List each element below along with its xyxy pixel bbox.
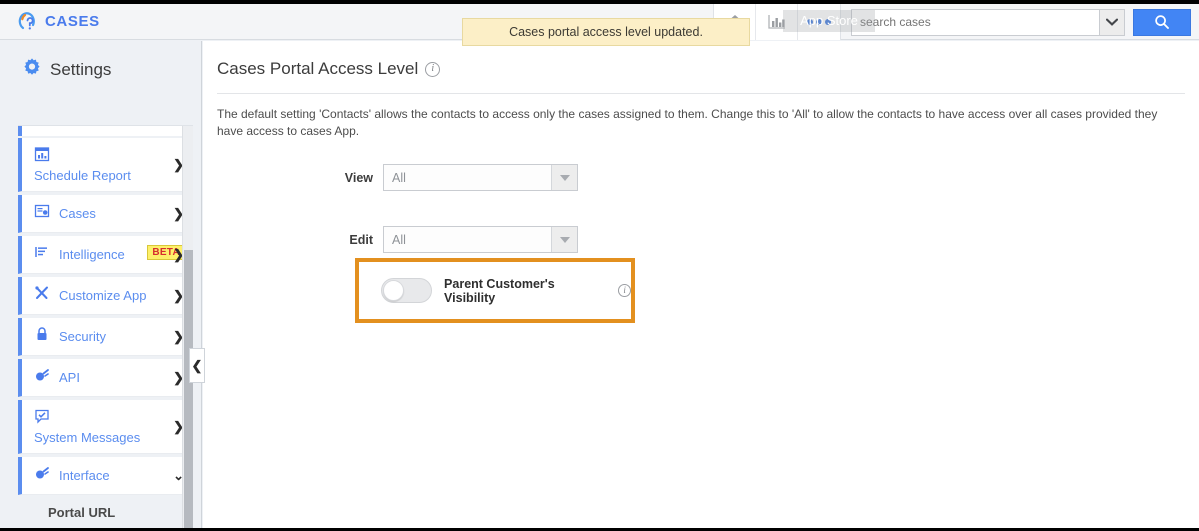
sidebar-item-label: Customize App — [59, 288, 147, 303]
application-window: CASES search cases App Store Cases porta… — [0, 0, 1199, 531]
info-icon[interactable]: i — [425, 61, 441, 77]
sidebar-item-intelligence[interactable]: Intelligence BETA ❯ — [18, 236, 193, 274]
sidebar-item-label: Schedule Report — [34, 168, 131, 183]
search-button[interactable] — [1133, 8, 1191, 36]
nav-row: Cases — [34, 203, 167, 224]
header-right-tools: App Store — [713, 4, 1191, 40]
edit-select-value: All — [392, 232, 406, 247]
message-check-icon — [34, 408, 50, 429]
search-area: App Store — [783, 8, 1191, 36]
sidebar-header: Settings — [0, 41, 201, 94]
sidebar-item-label: Intelligence — [59, 247, 125, 262]
analytics-icon[interactable] — [756, 4, 798, 40]
sidebar-item-security[interactable]: Security ❯ — [18, 318, 193, 356]
sidebar-nav-scroll: Schedule Report ❯ Cases ❯ Intelligence B… — [18, 125, 193, 531]
sidebar-scrollbar-thumb[interactable] — [184, 250, 193, 530]
view-field-label: View — [344, 170, 373, 185]
view-select-value: All — [392, 170, 406, 185]
cases-icon — [34, 203, 50, 224]
nav-row — [34, 146, 167, 167]
sidebar-item-cases[interactable]: Cases ❯ — [18, 195, 193, 233]
sidebar-scrollbar[interactable] — [182, 126, 193, 531]
intelligence-icon — [34, 244, 50, 265]
sidebar-item-label: Interface — [59, 468, 110, 483]
question-mark-logo-icon — [18, 11, 38, 33]
lock-icon — [34, 326, 50, 347]
sidebar-item-customize-app[interactable]: Customize App ❯ — [18, 277, 193, 315]
sidebar-item-label: Cases — [59, 206, 96, 221]
sidebar-item-label: API — [59, 370, 80, 385]
brand-name: CASES — [45, 13, 100, 30]
nav-row: Security — [34, 326, 167, 347]
chevron-down-icon[interactable] — [1099, 8, 1125, 36]
more-menu-icon[interactable] — [798, 4, 840, 40]
nav-row — [34, 408, 167, 429]
sidebar-subitem-portal-url[interactable]: Portal URL — [18, 498, 193, 527]
nav-row: API — [34, 367, 167, 388]
sidebar-item-system-messages[interactable]: System Messages ❯ — [18, 400, 193, 454]
tools-icon — [34, 285, 50, 306]
sidebar-collapse-handle[interactable]: ❮ — [189, 348, 205, 383]
parent-customer-visibility-highlight: Parent Customer's Visibility i — [355, 258, 635, 323]
page-title-row: Cases Portal Access Level i — [203, 41, 1199, 79]
toggle-knob — [383, 280, 404, 301]
field-row-edit: Edit All — [203, 226, 1199, 253]
settings-sidebar: Settings Schedule Report ❯ Cases ❯ Intel… — [0, 41, 202, 531]
chevron-left-icon: ❮ — [191, 357, 203, 373]
sidebar-item-interface[interactable]: Interface ⌄ — [18, 457, 193, 495]
notification-toast: Cases portal access level updated. — [462, 18, 750, 46]
sidebar-item-schedule-report[interactable]: Schedule Report ❯ — [18, 138, 193, 192]
sidebar-item-label: System Messages — [34, 430, 141, 445]
dropdown-caret-icon[interactable] — [551, 227, 577, 252]
sidebar-item-label: Security — [59, 329, 106, 344]
field-row-view: View All — [203, 164, 1199, 191]
nav-item-partial-top[interactable] — [18, 126, 193, 136]
sidebar-title: Settings — [50, 59, 112, 79]
view-select[interactable]: All — [383, 164, 578, 191]
page-description: The default setting 'Contacts' allows th… — [217, 107, 1158, 138]
edit-field-label: Edit — [349, 232, 373, 247]
edit-select[interactable]: All — [383, 226, 578, 253]
info-icon[interactable]: i — [618, 284, 631, 297]
main-content: Cases Portal Access Level i The default … — [203, 41, 1199, 531]
plug-icon — [34, 367, 50, 388]
nav-row: Customize App — [34, 285, 167, 306]
parent-customer-visibility-toggle[interactable] — [381, 278, 433, 303]
parent-customer-visibility-label: Parent Customer's Visibility — [444, 276, 555, 305]
dropdown-caret-icon[interactable] — [551, 165, 577, 190]
page-title: Cases Portal Access Level — [217, 59, 419, 78]
gear-icon — [22, 57, 42, 82]
report-calendar-icon — [34, 146, 50, 167]
nav-row: Interface — [34, 465, 167, 486]
plug-icon — [34, 465, 50, 486]
search-input[interactable] — [851, 8, 1099, 36]
brand[interactable]: CASES — [0, 11, 100, 33]
sidebar-item-api[interactable]: API ❯ — [18, 359, 193, 397]
three-dots — [807, 19, 831, 25]
